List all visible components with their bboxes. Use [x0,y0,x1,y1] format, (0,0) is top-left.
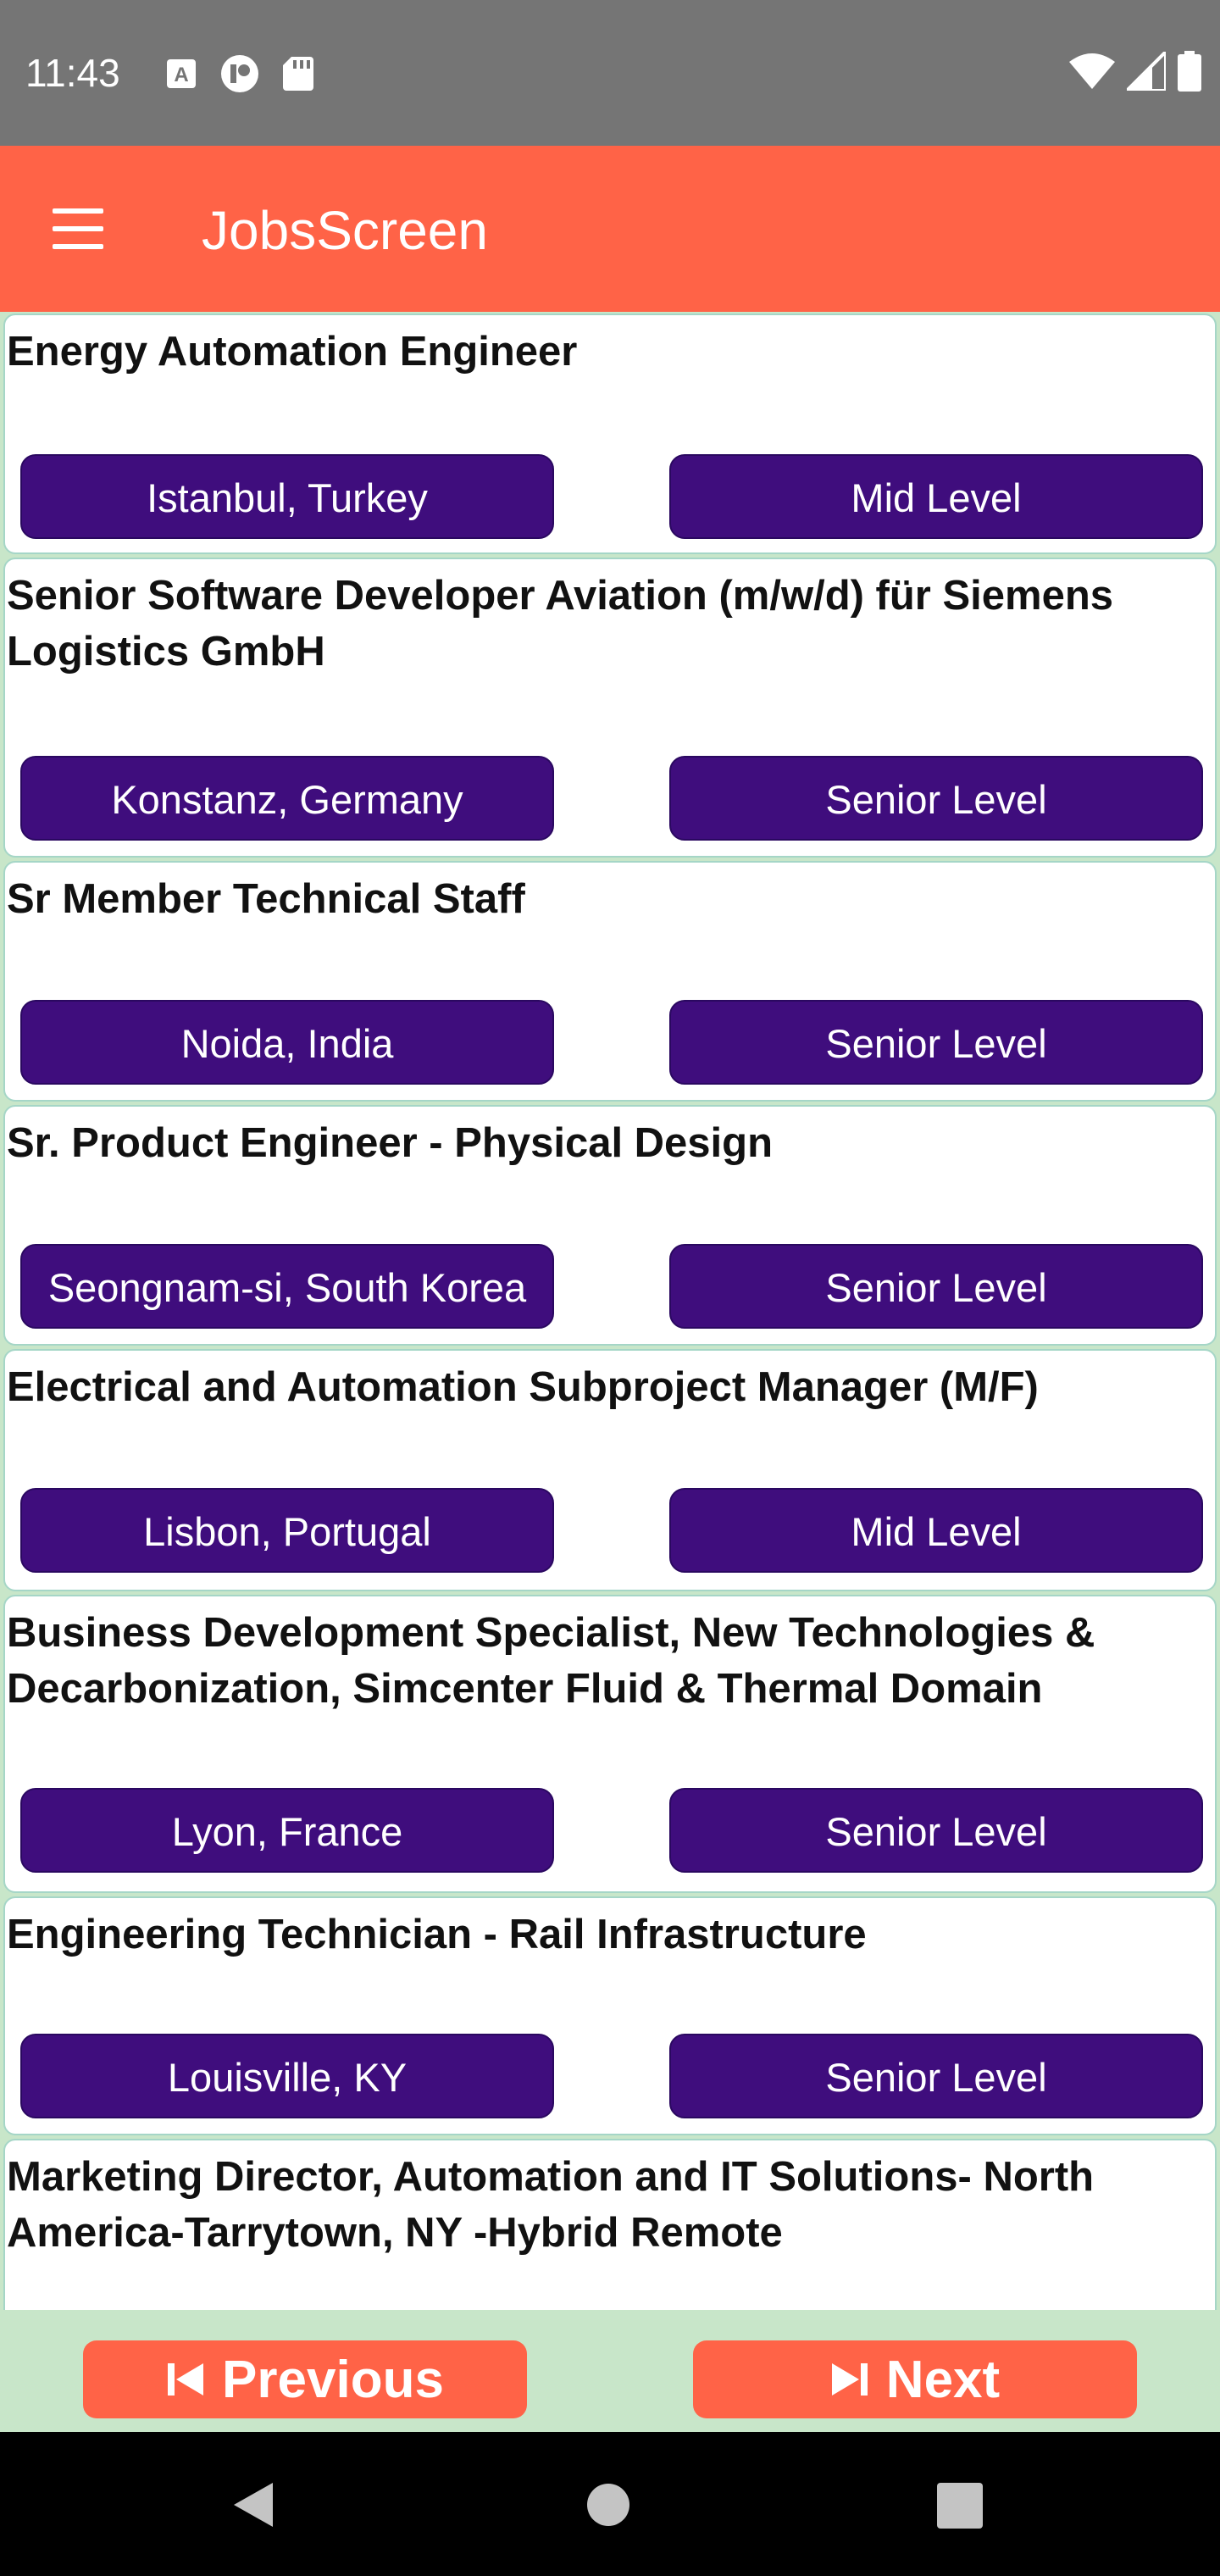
location-chip[interactable]: Noida, India [20,1000,554,1085]
location-chip[interactable]: Lyon, France [20,1788,554,1873]
level-chip[interactable]: Senior Level [669,756,1203,841]
wifi-icon [1069,53,1115,89]
back-icon[interactable] [230,2481,278,2529]
media-notification-icon [221,55,258,92]
location-chip[interactable]: Seongnam-si, South Korea [20,1244,554,1329]
level-chip[interactable]: Senior Level [669,1788,1203,1873]
home-icon[interactable] [586,2483,630,2527]
job-card[interactable]: Sr. Product Engineer - Physical Design S… [3,1105,1217,1346]
skip-previous-icon [168,2363,204,2396]
level-chip[interactable]: Senior Level [669,1244,1203,1329]
job-title: Marketing Director, Automation and IT So… [7,2154,1095,2256]
location-chip[interactable]: Lisbon, Portugal [20,1488,554,1573]
job-title: Sr Member Technical Staff [7,876,525,922]
job-title: Energy Automation Engineer [7,329,578,375]
svg-text:A: A [174,64,188,86]
job-title: Senior Software Developer Aviation (m/w/… [7,573,1114,675]
level-chip[interactable]: Mid Level [669,454,1203,539]
level-chip[interactable]: Mid Level [669,1488,1203,1573]
job-card[interactable]: Engineering Technician - Rail Infrastruc… [3,1896,1217,2135]
location-chip[interactable]: Konstanz, Germany [20,756,554,841]
status-bar: 11:43 A [0,0,1220,146]
previous-label: Previous [222,2350,444,2409]
skip-next-icon [831,2363,868,2396]
sd-card-icon [283,57,313,91]
status-icons-right [1069,51,1201,92]
level-chip[interactable]: Senior Level [669,1000,1203,1085]
level-chip[interactable]: Senior Level [669,2034,1203,2118]
signal-icon [1127,52,1166,91]
system-nav-bar [0,2432,1220,2576]
font-notification-icon: A [167,59,196,88]
job-card[interactable]: Senior Software Developer Aviation (m/w/… [3,558,1217,858]
battery-icon [1178,51,1201,92]
page-title: JobsScreen [202,200,488,261]
location-chip[interactable]: Louisville, KY [20,2034,554,2118]
next-label: Next [885,2350,1001,2409]
job-list[interactable]: Energy Automation Engineer Istanbul, Tur… [0,312,1220,2310]
job-title: Electrical and Automation Subproject Man… [7,1364,1039,1410]
pagination-bar: Previous Next [0,2310,1220,2432]
job-card[interactable]: Energy Automation Engineer Istanbul, Tur… [3,314,1217,554]
job-title: Business Development Specialist, New Tec… [7,1610,1095,1712]
job-title: Engineering Technician - Rail Infrastruc… [7,1912,867,1957]
app-bar: JobsScreen [0,146,1220,312]
job-title: Sr. Product Engineer - Physical Design [7,1120,774,1166]
job-card[interactable]: Marketing Director, Automation and IT So… [3,2139,1217,2310]
location-chip[interactable]: Istanbul, Turkey [20,454,554,539]
job-card[interactable]: Sr Member Technical Staff Noida, India S… [3,861,1217,1102]
recents-icon[interactable] [937,2483,983,2529]
job-card[interactable]: Electrical and Automation Subproject Man… [3,1349,1217,1591]
next-button[interactable]: Next [693,2340,1137,2418]
hamburger-menu-icon[interactable] [49,205,107,253]
previous-button[interactable]: Previous [83,2340,527,2418]
status-time: 11:43 [25,51,120,95]
job-card[interactable]: Business Development Specialist, New Tec… [3,1595,1217,1893]
status-icons-left: A [166,54,313,93]
